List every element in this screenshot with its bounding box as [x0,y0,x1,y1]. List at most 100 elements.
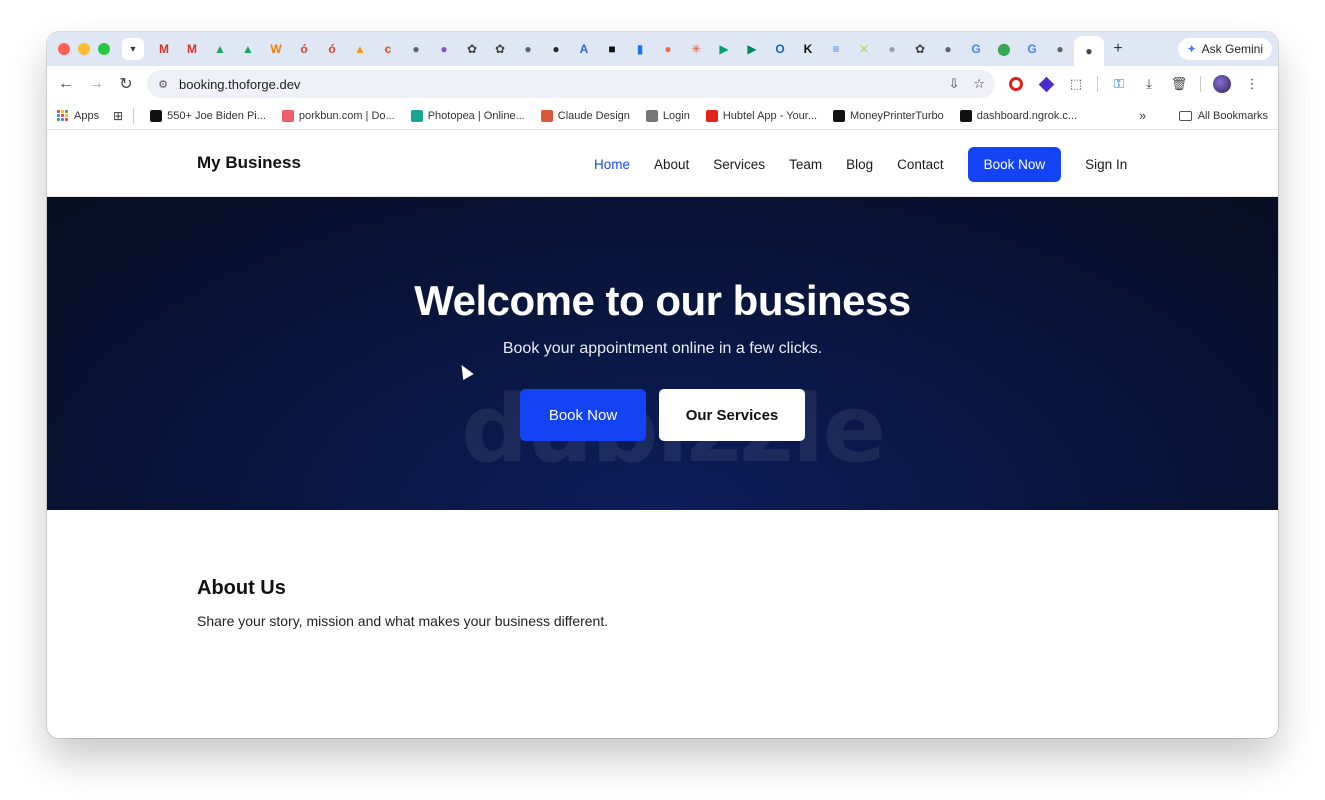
tab-0[interactable]: M [150,32,178,66]
tab-13[interactable]: ● [514,32,542,66]
tab-29[interactable]: G [962,32,990,66]
install-app-icon[interactable]: ⇩ [948,76,959,92]
tab-14[interactable]: ● [542,32,570,66]
new-tab-button[interactable]: + [1104,40,1132,58]
site-brand[interactable]: My Business [197,153,301,173]
tab-17[interactable]: ▮ [626,32,654,66]
bookmark-item[interactable]: Hubtel App - Your... [705,109,818,122]
tab-30[interactable]: ⬤ [990,32,1018,66]
orange-circle-icon: ● [664,42,672,56]
maximize-window-button[interactable] [98,43,110,55]
tab-6[interactable]: ó [318,32,346,66]
claude-icon: ✳ [690,42,702,56]
reload-icon[interactable]: ↻ [111,74,141,94]
bookmark-item[interactable]: Claude Design [540,109,630,122]
password-key-icon[interactable]: ⚿ [1110,75,1128,93]
globe-icon: ● [1085,44,1093,58]
bookmark-item[interactable]: Photopea | Online... [410,109,525,122]
gmail-icon: M [187,42,197,56]
bookmark-star-icon[interactable]: ☆ [973,76,985,92]
minimize-window-button[interactable] [78,43,90,55]
tab-strip: ▾ M M ▲ ▲ Wó ó ▲ c ● ● ✿ ✿ ● ● A ■ ▮ ● ✳ ▶ ▶ O K ≡ ✕ ● ✿ ● G ⬤ G ● ● + … [47,32,1278,66]
more-menu-icon[interactable]: ⋮ [1243,75,1261,93]
tab-21[interactable]: ▶ [738,32,766,66]
bookmark-item[interactable]: Login [645,109,690,122]
main-nav: Home About Services Team Blog Contact Bo… [594,146,1127,182]
active-tab[interactable]: ● [1074,36,1104,66]
bookmark-tab-groups[interactable]: ⊞ [113,109,123,123]
w-icon: W [270,42,282,56]
tab-31[interactable]: G [1018,32,1046,66]
tab-11[interactable]: ✿ [458,32,486,66]
address-bar[interactable]: ⚙ booking.thoforge.dev ⇩ ☆ [147,70,995,98]
site-info-icon[interactable]: ⚙ [147,78,179,91]
tab-search-chevron-icon[interactable]: ▾ [122,38,144,60]
hero-our-services-button[interactable]: Our Services [659,389,805,441]
tab-9[interactable]: ● [402,32,430,66]
url-text[interactable]: booking.thoforge.dev [179,77,300,92]
tab-4[interactable]: W [262,32,290,66]
api-icon: A [579,42,589,56]
tab-20[interactable]: ▶ [710,32,738,66]
tab-26[interactable]: ● [878,32,906,66]
nav-home-link[interactable]: Home [594,157,630,172]
tab-1[interactable]: M [178,32,206,66]
analytics-icon: ▮ [636,42,644,56]
tab-3[interactable]: ▲ [234,32,262,66]
bookmark-apps[interactable]: Apps [57,109,99,122]
nav-blog-link[interactable]: Blog [846,157,873,172]
browser-window: ▾ M M ▲ ▲ Wó ó ▲ c ● ● ✿ ✿ ● ● A ■ ▮ ● ✳ ▶ ▶ O K ≡ ✕ ● ✿ ● G ⬤ G ● ● + … [47,32,1278,738]
more-bookmarks-chevron-icon[interactable]: » [1139,108,1146,123]
hero-book-now-button[interactable]: Book Now [520,389,646,441]
tab-15[interactable]: A [570,32,598,66]
tab-18[interactable]: ● [654,32,682,66]
github-icon: ● [552,42,560,56]
nav-about-link[interactable]: About [654,157,689,172]
forward-arrow-icon[interactable]: → [81,75,111,93]
tab-25[interactable]: ✕ [850,32,878,66]
tab-24[interactable]: ≡ [822,32,850,66]
opera-tab-icon: ó [328,42,336,56]
nav-book-now-button[interactable]: Book Now [967,146,1062,182]
download-icon[interactable]: ⤓ [1140,75,1158,93]
tab-7[interactable]: ▲ [346,32,374,66]
tab-2[interactable]: ▲ [206,32,234,66]
nav-team-link[interactable]: Team [789,157,822,172]
tab-8[interactable]: c [374,32,402,66]
hero-title: Welcome to our business [414,277,911,324]
google-icon: G [1027,42,1037,56]
puzzle-extensions-icon[interactable]: ⬚ [1067,75,1085,93]
profile-avatar[interactable] [1213,75,1231,93]
close-window-button[interactable] [58,43,70,55]
bookmark-label: Hubtel App - Your... [722,109,818,122]
nav-sign-in-link[interactable]: Sign In [1085,157,1127,172]
tab-10[interactable]: ● [430,32,458,66]
bookmark-label: dashboard.ngrok.c... [976,109,1078,122]
nav-services-link[interactable]: Services [713,157,765,172]
tab-5[interactable]: ó [290,32,318,66]
bookmark-item[interactable]: porkbun.com | Do... [281,109,395,122]
bookmark-item[interactable]: MoneyPrinterTurbo [833,109,944,122]
outlook-icon: O [775,42,785,56]
trash-icon[interactable]: 🗑 [1170,75,1188,93]
tab-12[interactable]: ✿ [486,32,514,66]
tab-22[interactable]: O [766,32,794,66]
tab-19[interactable]: ✳ [682,32,710,66]
bookmark-item[interactable]: 550+ Joe Biden Pi... [150,109,266,122]
bookmark-item[interactable]: dashboard.ngrok.c... [959,109,1078,122]
nav-contact-link[interactable]: Contact [897,157,944,172]
tab-27[interactable]: ✿ [906,32,934,66]
ask-gemini-button[interactable]: ✦ Ask Gemini [1177,38,1272,60]
tab-23[interactable]: K [794,32,822,66]
cp-icon: c [384,42,392,56]
tab-28[interactable]: ● [934,32,962,66]
back-arrow-icon[interactable]: ← [51,75,81,93]
site-header: My Business Home About Services Team Blo… [47,131,1278,197]
tab-32[interactable]: ● [1046,32,1074,66]
login-icon [645,109,658,122]
tab-16[interactable]: ■ [598,32,626,66]
globe-icon: ● [524,42,532,56]
opera-extension-icon[interactable] [1007,75,1025,93]
all-bookmarks-button[interactable]: All Bookmarks [1178,110,1268,122]
diamond-extension-icon[interactable] [1037,75,1055,93]
